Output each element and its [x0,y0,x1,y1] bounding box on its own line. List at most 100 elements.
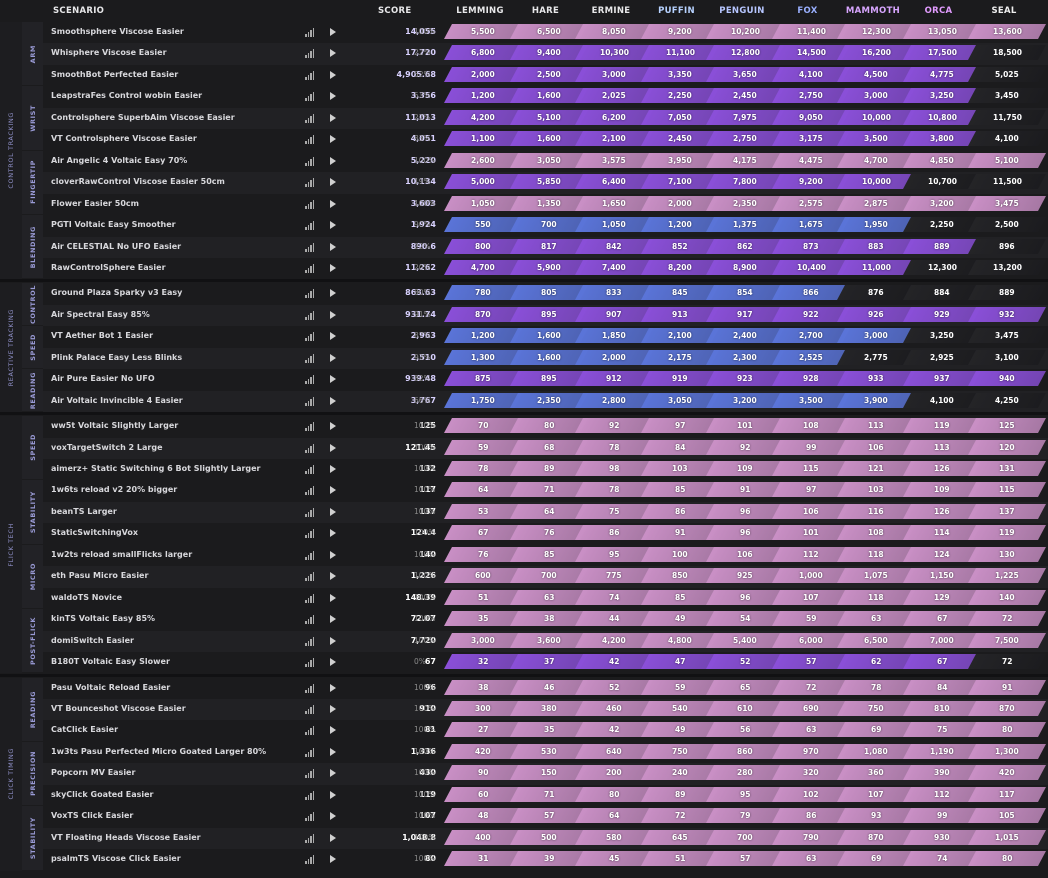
play-icon[interactable] [330,704,336,713]
play-icon[interactable] [330,242,336,251]
scenario-name[interactable]: Whisphere Viscose Easier [51,48,167,57]
table-row[interactable]: Plink Palace Easy Less Blinks 2,510 93% 1,3… [43,347,1048,370]
play-icon[interactable] [330,113,336,122]
scenario-name[interactable]: 1w2ts reload smallFlicks larger [51,550,192,559]
table-row[interactable]: VT Bounceshot Viscose Easier 910 100% 300 38… [43,698,1048,721]
play-icon[interactable] [330,465,336,473]
scenario-name[interactable]: voxTargetSwitch 2 Large [51,443,163,452]
table-row[interactable]: Air Spectral Easy 85% 931.74 91% 870 895 907 9… [43,304,1048,327]
play-icon[interactable] [330,156,336,165]
table-row[interactable]: kinTS Voltaic Easy 85% 72.07 100% 35 38 44 49 5… [43,609,1048,630]
play-icon[interactable] [330,221,336,230]
play-icon[interactable] [330,422,336,431]
table-row[interactable]: VT Aether Bot 1 Easier 2,963 87% 1,200 1,600… [43,326,1048,347]
scenario-name[interactable]: Popcorn MV Easier [51,768,135,777]
table-row[interactable]: domiSwitch Easier 7,720 100% 3,000 3,600 4,20… [43,630,1048,652]
scenario-name[interactable]: VoxTS Click Easier [51,811,133,820]
play-icon[interactable] [330,396,336,405]
scenario-name[interactable]: PGTI Voltaic Easy Smoother [51,220,176,229]
table-row[interactable]: skyClick Goated Easier 119 100% 60 71 80 89 95 1… [43,785,1048,806]
table-row[interactable]: aimerz+ Static Switching 6 Bot Slightly … [43,459,1048,480]
table-row[interactable]: ww5t Voltaic Slightly Larger 125 100% 70 80 9… [43,416,1048,437]
scenario-name[interactable]: Ground Plaza Sparky v3 Easy [51,288,182,297]
table-row[interactable]: Air Angelic 4 Voltaic Easy 70% 5,220 100% 2… [43,151,1048,172]
play-icon[interactable] [330,833,336,842]
play-icon[interactable] [330,658,336,667]
play-icon[interactable] [330,790,336,799]
table-row[interactable]: Flower Easier 50cm 3,603 100% 1,050 1,350 1,6… [43,194,1048,215]
table-row[interactable]: SmoothBot Perfected Easier 4,905.68 52% 2,0… [43,65,1048,86]
scenario-name[interactable]: Pasu Voltaic Reload Easier [51,683,170,692]
scenario-name[interactable]: Air CELESTIAL No UFO Easier [51,242,181,251]
play-icon[interactable] [330,310,336,319]
table-row[interactable]: Whisphere Viscose Easier 17,720 22% 6,800 9,… [43,43,1048,65]
scenario-name[interactable]: Air Angelic 4 Voltaic Easy 70% [51,156,187,165]
table-row[interactable]: Air CELESTIAL No UFO Easier 890.6 22% 800 81… [43,236,1048,258]
scenario-name[interactable]: cloverRawControl Viscose Easier 50cm [51,177,225,186]
scenario-name[interactable]: aimerz+ Static Switching 6 Bot Slightly … [51,464,261,473]
play-icon[interactable] [330,550,336,559]
table-row[interactable]: 1w3ts Pasu Perfected Micro Goated Larger… [43,742,1048,763]
scenario-name[interactable]: CatClick Easier [51,725,118,734]
play-icon[interactable] [330,92,336,101]
play-icon[interactable] [330,70,336,79]
play-icon[interactable] [330,135,336,144]
table-row[interactable]: voxTargetSwitch 2 Large 121.45 100% 59 68 78 8… [43,437,1048,459]
play-icon[interactable] [330,615,336,624]
play-icon[interactable] [330,443,336,452]
scenario-name[interactable]: Plink Palace Easy Less Blinks [51,353,182,362]
table-row[interactable]: eth Pasu Micro Easier 1,226 100% 600 700 775 8… [43,566,1048,588]
table-row[interactable]: Popcorn MV Easier 430 100% 90 150 200 240 280 32… [43,763,1048,785]
table-row[interactable]: VT Floating Heads Viscose Easier 1,048.8 1… [43,827,1048,850]
play-icon[interactable] [330,726,336,735]
play-icon[interactable] [330,28,336,36]
scenario-name[interactable]: StaticSwitchingVox [51,528,138,537]
table-row[interactable]: Controlsphere SuperbAim Viscose Easier 11… [43,107,1048,130]
table-row[interactable]: B180T Voltaic Easy Slower 67 0% 32 37 42 47 52 5… [43,652,1048,673]
scenario-name[interactable]: VT Bounceshot Viscose Easier [51,704,186,713]
play-icon[interactable] [330,507,336,516]
play-icon[interactable] [330,812,336,821]
table-row[interactable]: StaticSwitchingVox 124.4 100% 67 76 86 91 96 101… [43,523,1048,544]
table-row[interactable]: Pasu Voltaic Reload Easier 96 100% 38 46 52 59… [43,678,1048,699]
play-icon[interactable] [330,289,336,298]
table-row[interactable]: Ground Plaza Sparky v3 Easy 863.63 80% 780 8… [43,283,1048,304]
play-icon[interactable] [330,572,336,581]
play-icon[interactable] [330,529,336,538]
play-icon[interactable] [330,332,336,341]
table-row[interactable]: CatClick Easier 81 100% 27 35 42 49 56 63 69 75 80 [43,720,1048,741]
play-icon[interactable] [330,486,336,495]
table-row[interactable]: 1w6ts reload v2 20% bigger 117 100% 64 71 78 8… [43,480,1048,501]
scenario-name[interactable]: 1w6ts reload v2 20% bigger [51,485,177,494]
play-icon[interactable] [330,593,336,602]
scenario-name[interactable]: skyClick Goated Easier [51,790,153,799]
play-icon[interactable] [330,747,336,756]
scenario-name[interactable]: Air Pure Easier No UFO [51,374,155,383]
scenario-name[interactable]: Air Voltaic Invincible 4 Easier [51,396,183,405]
scenario-name[interactable]: VT Floating Heads Viscose Easier [51,833,201,842]
play-icon[interactable] [330,855,336,864]
table-row[interactable]: Air Voltaic Invincible 4 Easier 3,767 66% 1… [43,390,1048,413]
scenario-name[interactable]: domiSwitch Easier [51,636,134,645]
play-icon[interactable] [330,199,336,208]
table-row[interactable]: Air Pure Easier No UFO 939.48 82% 875 895 912… [43,369,1048,390]
play-icon[interactable] [330,263,336,272]
scenario-name[interactable]: psalmTS Viscose Click Easier [51,854,181,863]
play-icon[interactable] [330,769,336,778]
scenario-name[interactable]: Air Spectral Easy 85% [51,310,150,319]
scenario-name[interactable]: waldoTS Novice [51,593,122,602]
play-icon[interactable] [330,353,336,362]
scenario-name[interactable]: kinTS Voltaic Easy 85% [51,614,155,623]
play-icon[interactable] [330,49,336,58]
table-row[interactable]: 1w2ts reload smallFlicks larger 140 100% 76… [43,545,1048,566]
scenario-name[interactable]: VT Controlsphere Viscose Easier [51,134,197,143]
table-row[interactable]: VT Controlsphere Viscose Easier 4,051 83% 1… [43,129,1048,150]
scenario-name[interactable]: Smoothsphere Viscose Easier [51,27,184,36]
scenario-name[interactable]: RawControlSphere Easier [51,263,166,272]
table-row[interactable]: waldoTS Novice 148.39 100% 51 63 74 85 96 107 118… [43,588,1048,609]
scenario-name[interactable]: B180T Voltaic Easy Slower [51,657,170,666]
scenario-name[interactable]: LeapstraFes Control wobin Easier [51,91,202,100]
scenario-name[interactable]: 1w3ts Pasu Perfected Micro Goated Larger… [51,747,266,756]
table-row[interactable]: psalmTS Viscose Click Easier 80 100% 31 39 45… [43,849,1048,870]
play-icon[interactable] [330,375,336,384]
